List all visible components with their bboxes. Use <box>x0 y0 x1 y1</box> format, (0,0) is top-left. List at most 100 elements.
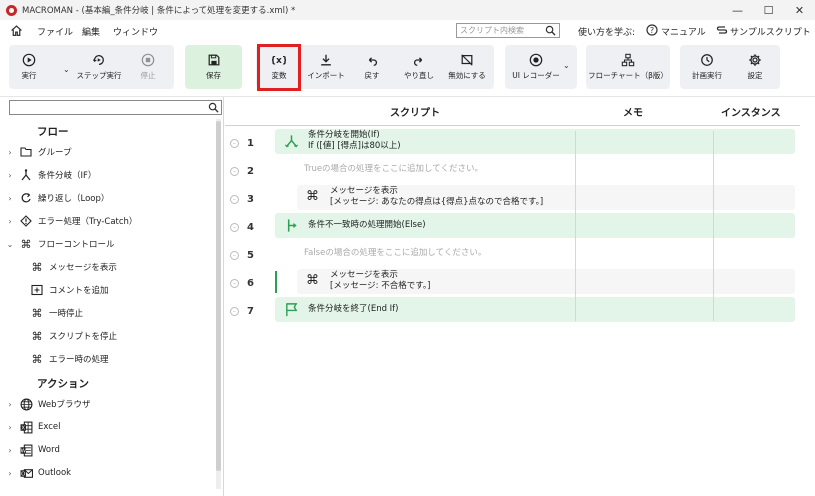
sidebar-item-flow-control[interactable]: ⌄ ⌘ フローコントロール <box>5 234 115 254</box>
title-bar: MACROMAN - (基本編_条件分岐 | 条件によって処理を変更する.xml… <box>0 0 815 20</box>
script-search-input[interactable]: スクリプト内検索 <box>456 23 560 38</box>
line-number[interactable]: –1 <box>225 131 273 155</box>
menu-bar: ファイル 編集 ウィンドウ スクリプト内検索 使い方を学ぶ: ? マニュアル サ… <box>0 20 815 42</box>
close-button[interactable]: ✕ <box>784 0 815 20</box>
flowchart-button[interactable]: フローチャート（β版） <box>586 45 670 89</box>
sidebar-item-stop-script[interactable]: ⌘ スクリプトを停止 <box>30 326 118 346</box>
line-number-text: 5 <box>247 249 254 261</box>
chevron-right-icon: › <box>8 445 12 455</box>
line-number[interactable]: –2 <box>225 159 273 183</box>
breakpoint-dot-icon[interactable]: – <box>230 194 239 204</box>
sidebar-scrollbar[interactable] <box>216 119 221 489</box>
menu-file[interactable]: ファイル <box>37 25 73 38</box>
settings-label: 設定 <box>747 71 763 80</box>
disable-button[interactable]: 無効にする <box>444 45 490 89</box>
sidebar-item-excel[interactable]: › X Excel <box>5 417 61 437</box>
script-row-message[interactable]: ⌘ メッセージを表示 [メッセージ: あなたの得点は{得点}点なので合格です。] <box>297 185 795 210</box>
search-icon[interactable] <box>208 102 219 113</box>
script-row-message-fail[interactable]: ⌘ メッセージを表示 [メッセージ: 不合格です。] <box>297 269 795 294</box>
loop-icon <box>19 191 33 205</box>
toolbar: 実行 ⌄ ステップ実行 停止 保存 {x} 変数 インポート 戻す <box>0 42 815 94</box>
maximize-button[interactable]: ☐ <box>753 0 784 20</box>
chevron-right-icon: › <box>8 216 12 226</box>
chevron-right-icon: › <box>8 193 12 203</box>
line-number[interactable]: –4 <box>225 215 273 239</box>
if-branch-icon <box>284 135 299 148</box>
samples-link[interactable]: サンプルスクリプト <box>730 25 811 38</box>
command-icon: ⌘ <box>306 189 319 204</box>
menu-edit[interactable]: 編集 <box>82 25 100 38</box>
sidebar-item-label: エラー処理（Try-Catch） <box>38 217 138 227</box>
run-button[interactable]: 実行 <box>9 45 49 89</box>
line-number[interactable]: –5 <box>225 243 273 267</box>
sidebar-item-label: Excel <box>38 422 61 432</box>
home-icon[interactable] <box>10 24 23 37</box>
sidebar-scroll-thumb[interactable] <box>216 121 221 471</box>
redo-button[interactable]: やり直し <box>398 45 440 89</box>
line-number-text: 6 <box>247 277 254 289</box>
line-number-text: 3 <box>247 193 254 205</box>
import-button[interactable]: インポート <box>304 45 348 89</box>
schedule-button[interactable]: 計画実行 <box>684 45 730 89</box>
else-branch-icon <box>287 219 297 232</box>
sidebar-item-on-error[interactable]: ⌘ エラー時の処理 <box>30 349 109 369</box>
menu-window[interactable]: ウィンドウ <box>113 25 158 38</box>
action-sidebar: フロー › グループ › 条件分岐（IF） › 繰り返し（Loop） › エラー… <box>0 97 224 496</box>
sidebar-item-if[interactable]: › 条件分岐（IF） <box>5 165 96 185</box>
manual-link[interactable]: マニュアル <box>661 25 706 38</box>
sidebar-item-add-comment[interactable]: コメントを追加 <box>30 280 109 300</box>
window-title: MACROMAN - (基本編_条件分岐 | 条件によって処理を変更する.xml… <box>22 6 296 16</box>
undo-button[interactable]: 戻す <box>352 45 392 89</box>
sidebar-item-label: エラー時の処理 <box>49 355 109 365</box>
breakpoint-dot-icon[interactable]: – <box>230 250 239 260</box>
row-title: 条件分岐を開始(If) <box>308 130 380 140</box>
command-icon: ⌘ <box>306 273 319 288</box>
run-dropdown-chevron-icon[interactable]: ⌄ <box>63 65 70 74</box>
save-button[interactable]: 保存 <box>185 45 242 89</box>
flow-section-title: フロー <box>37 126 69 138</box>
breakpoint-dot-icon[interactable]: – <box>230 278 239 288</box>
minimize-button[interactable]: — <box>722 0 753 20</box>
svg-text:W: W <box>20 448 26 454</box>
sidebar-item-show-message[interactable]: ⌘ メッセージを表示 <box>30 257 117 277</box>
step-run-button[interactable]: ステップ実行 <box>71 45 127 89</box>
script-editor: スクリプト メモ インスタンス –1 –2 –3 –4 –5 –6 –7 条件分… <box>225 97 815 496</box>
sidebar-item-outlook[interactable]: › O Outlook <box>5 463 71 483</box>
sidebar-item-group[interactable]: › グループ <box>5 142 72 162</box>
breakpoint-dot-icon[interactable]: – <box>230 222 239 232</box>
sidebar-item-loop[interactable]: › 繰り返し（Loop） <box>5 188 109 208</box>
schedule-label: 計画実行 <box>692 71 722 80</box>
script-row-else[interactable]: 条件不一致時の処理開始(Else) <box>275 213 795 238</box>
settings-button[interactable]: 設定 <box>734 45 776 89</box>
line-number[interactable]: –7 <box>225 299 273 323</box>
script-row-endif[interactable]: 条件分岐を終了(End If) <box>275 297 795 322</box>
breakpoint-dot-icon[interactable]: – <box>230 306 239 316</box>
sidebar-item-try-catch[interactable]: › エラー処理（Try-Catch） <box>5 211 137 231</box>
sidebar-item-web-browser[interactable]: › Webブラウザ <box>5 394 91 414</box>
row-placeholder: Trueの場合の処理をここに追加してください。 <box>304 164 484 174</box>
run-group: 実行 ⌄ ステップ実行 停止 <box>9 45 174 89</box>
script-row-if[interactable]: 条件分岐を開始(If) If ([値] [得点]は80以上) <box>275 129 795 154</box>
flowchart-icon <box>621 53 635 67</box>
sidebar-item-pause[interactable]: ⌘ 一時停止 <box>30 303 84 323</box>
stop-button[interactable]: 停止 <box>129 45 167 89</box>
script-row-placeholder-true[interactable]: Trueの場合の処理をここに追加してください。 <box>275 157 795 182</box>
schedule-group: 計画実行 設定 <box>680 45 780 89</box>
line-number[interactable]: –6 <box>225 271 273 295</box>
script-row-placeholder-false[interactable]: Falseの場合の処理をここに追加してください。 <box>275 241 795 266</box>
row-title: メッセージを表示 <box>330 186 398 196</box>
sidebar-item-word[interactable]: › W Word <box>5 440 60 460</box>
disable-icon <box>461 54 473 66</box>
sidebar-item-label: 繰り返し（Loop） <box>38 194 110 204</box>
command-icon: ⌘ <box>31 329 43 343</box>
search-icon[interactable] <box>545 25 556 36</box>
breakpoint-dot-icon[interactable]: – <box>230 138 239 148</box>
svg-text:O: O <box>21 471 25 477</box>
ui-recorder-button[interactable]: UI レコーダー <box>507 45 565 89</box>
chevron-right-icon: › <box>8 147 12 157</box>
breakpoint-dot-icon[interactable]: – <box>230 166 239 176</box>
line-number[interactable]: –3 <box>225 187 273 211</box>
action-search-input[interactable] <box>9 100 222 115</box>
sidebar-item-label: Outlook <box>38 468 72 478</box>
recorder-dropdown-chevron-icon[interactable]: ⌄ <box>563 61 570 70</box>
